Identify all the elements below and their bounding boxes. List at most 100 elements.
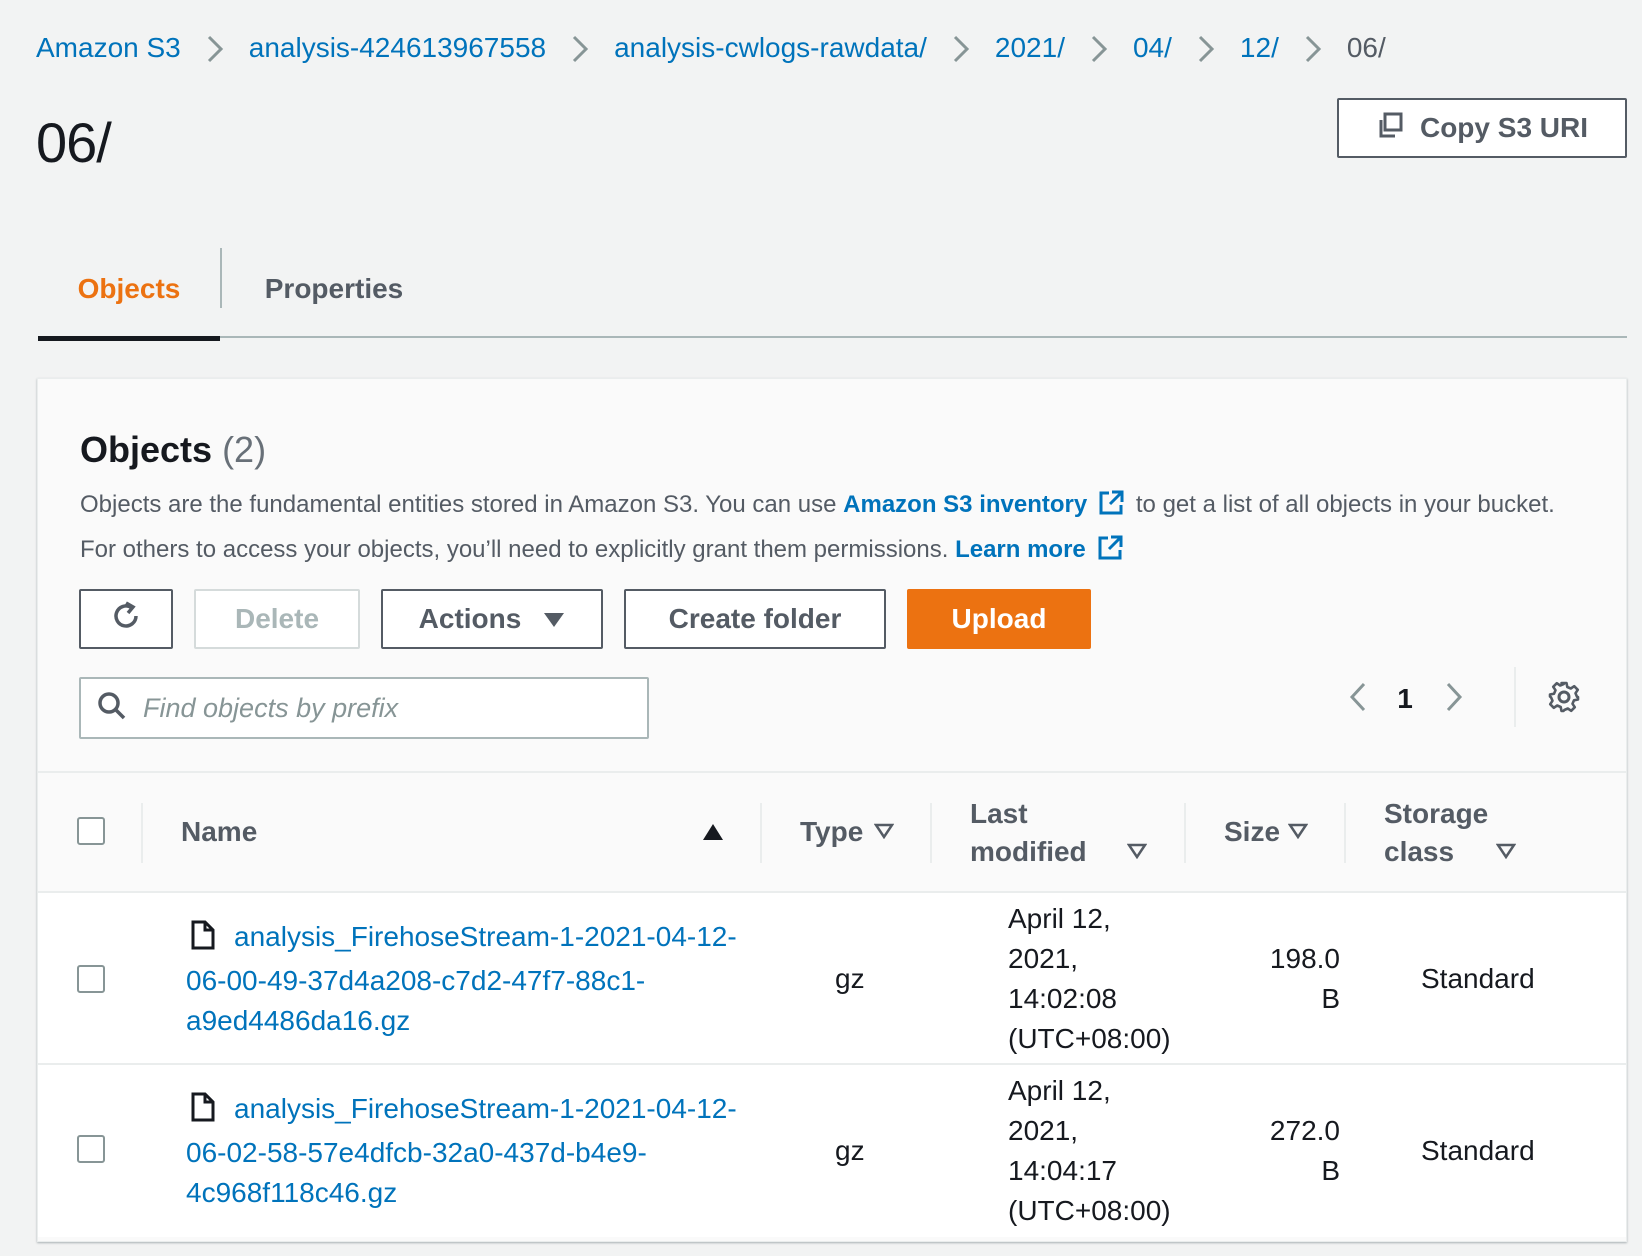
breadcrumb-folder-04[interactable]: 04/: [1133, 32, 1172, 64]
chevron-left-icon: [1348, 681, 1368, 718]
chevron-right-icon: [181, 31, 249, 65]
column-header-last-modified[interactable]: Last modified: [970, 795, 1087, 871]
table-row[interactable]: analysis_FirehoseStream-1-2021-04-12- 06…: [38, 893, 1626, 1065]
column-header-last-modified-line1: Last: [970, 798, 1028, 829]
objects-heading-title: Objects: [80, 429, 213, 470]
copy-s3-uri-label: Copy S3 URI: [1419, 112, 1589, 143]
create-folder-button[interactable]: Create folder: [624, 589, 886, 649]
copy-s3-uri-button[interactable]: Copy S3 URI: [1337, 98, 1627, 158]
column-header-last-modified-line2: modified: [970, 836, 1087, 867]
object-name-line3: 4c968f118c46.gz: [186, 1177, 398, 1208]
breadcrumb-bucket[interactable]: analysis-424613967558: [249, 32, 546, 64]
last-modified-line3: 14:02:08: [1008, 983, 1117, 1014]
table-header: Name Type Last modified Size Storage cla…: [38, 771, 1626, 893]
caret-down-icon: [543, 603, 565, 635]
table-row[interactable]: analysis_FirehoseStream-1-2021-04-12- 06…: [38, 1065, 1626, 1237]
external-link-icon: [1096, 534, 1124, 575]
delete-button[interactable]: Delete: [194, 589, 360, 649]
s3-inventory-link-label: Amazon S3 inventory: [843, 491, 1088, 518]
column-header-storage-class-line1: Storage: [1384, 798, 1489, 829]
tab-divider: [220, 248, 222, 308]
object-last-modified: April 12, 2021, 14:04:17 (UTC+08:00): [1008, 1071, 1198, 1231]
object-size-value: 272.0: [1269, 1115, 1340, 1146]
actions-dropdown-button[interactable]: Actions: [381, 589, 603, 649]
s3-inventory-link[interactable]: Amazon S3 inventory: [843, 490, 1129, 518]
column-header-name[interactable]: Name: [181, 813, 257, 851]
object-name-line1: analysis_FirehoseStream-1-2021-04-12-: [234, 921, 737, 952]
external-link-icon: [1097, 489, 1125, 530]
sort-caret-icon[interactable]: [1287, 823, 1309, 844]
next-page-button[interactable]: [1434, 679, 1474, 719]
column-header-storage-class-line2: class: [1384, 836, 1455, 867]
object-size: 198.0 B: [1248, 939, 1340, 1019]
chevron-right-icon: [1444, 681, 1464, 718]
object-storage-class: Standard: [1421, 963, 1535, 994]
last-modified-line4: (UTC+08:00): [1008, 1023, 1171, 1054]
object-name-line2: 06-00-49-37d4a208-c7d2-47f7-88c1-: [186, 965, 646, 996]
search-icon: [97, 691, 127, 726]
objects-panel: Objects (2) Objects are the fundamental …: [37, 378, 1627, 1242]
description-text-1: Objects are the fundamental entities sto…: [80, 491, 844, 518]
refresh-icon: [109, 599, 143, 640]
object-size-unit: B: [1321, 983, 1340, 1014]
objects-description: Objects are the fundamental entities sto…: [80, 485, 1560, 575]
column-divider: [1184, 803, 1186, 863]
column-header-storage-class[interactable]: Storage class: [1384, 795, 1488, 871]
objects-count: (2): [222, 429, 267, 470]
last-modified-line3: 14:04:17: [1008, 1155, 1117, 1186]
last-modified-line2: 2021,: [1008, 1115, 1079, 1146]
file-icon: [190, 920, 216, 961]
table-preferences-button[interactable]: [1544, 679, 1584, 719]
breadcrumb-folder-12[interactable]: 12/: [1240, 32, 1279, 64]
tab-properties[interactable]: Properties: [224, 240, 444, 338]
object-storage-class: Standard: [1421, 1135, 1535, 1166]
column-divider: [760, 803, 762, 863]
select-all-checkbox[interactable]: [77, 817, 105, 845]
object-size-value: 198.0: [1269, 943, 1340, 974]
last-modified-line2: 2021,: [1008, 943, 1079, 974]
chevron-right-icon: [1172, 31, 1240, 65]
row-checkbox[interactable]: [77, 1135, 105, 1163]
last-modified-line1: April 12,: [1008, 1075, 1111, 1106]
refresh-button[interactable]: [79, 589, 173, 649]
breadcrumb: Amazon S3 analysis-424613967558 analysis…: [36, 28, 1386, 68]
row-checkbox[interactable]: [77, 965, 105, 993]
column-header-size[interactable]: Size: [1224, 813, 1280, 851]
learn-more-link[interactable]: Learn more: [955, 535, 1128, 563]
sort-caret-icon[interactable]: [1126, 843, 1148, 864]
sort-ascending-icon[interactable]: [702, 823, 724, 846]
tab-list: Objects Properties: [38, 240, 1627, 341]
sort-caret-icon[interactable]: [873, 823, 895, 844]
search-box: [79, 677, 649, 739]
object-type: gz: [835, 963, 865, 994]
column-divider: [1344, 803, 1346, 863]
object-name-line2: 06-02-58-57e4dfcb-32a0-437d-b4e9-: [186, 1137, 647, 1168]
copy-icon: [1376, 111, 1404, 146]
page-title: 06/: [36, 111, 112, 174]
object-name-link[interactable]: analysis_FirehoseStream-1-2021-04-12- 06…: [186, 917, 756, 1041]
chevron-right-icon: [1279, 31, 1347, 65]
breadcrumb-amazon-s3[interactable]: Amazon S3: [36, 32, 181, 64]
current-page-number[interactable]: 1: [1390, 679, 1420, 719]
search-input[interactable]: [141, 691, 611, 725]
tab-objects[interactable]: Objects: [38, 240, 220, 341]
object-last-modified: April 12, 2021, 14:02:08 (UTC+08:00): [1008, 899, 1198, 1059]
column-divider: [930, 803, 932, 863]
upload-button[interactable]: Upload: [907, 589, 1091, 649]
chevron-right-icon: [546, 31, 614, 65]
object-name-line1: analysis_FirehoseStream-1-2021-04-12-: [234, 1093, 737, 1124]
objects-heading: Objects (2): [80, 429, 266, 471]
object-size-unit: B: [1321, 1155, 1340, 1186]
file-icon: [190, 1092, 216, 1133]
breadcrumb-folder-rawdata[interactable]: analysis-cwlogs-rawdata/: [614, 32, 927, 64]
previous-page-button[interactable]: [1338, 679, 1378, 719]
actions-label: Actions: [418, 603, 522, 634]
object-size: 272.0 B: [1248, 1111, 1340, 1191]
sort-caret-icon[interactable]: [1495, 843, 1517, 864]
last-modified-line1: April 12,: [1008, 903, 1111, 934]
column-header-type[interactable]: Type: [800, 813, 863, 851]
breadcrumb-folder-2021[interactable]: 2021/: [995, 32, 1065, 64]
last-modified-line4: (UTC+08:00): [1008, 1195, 1171, 1226]
object-name-link[interactable]: analysis_FirehoseStream-1-2021-04-12- 06…: [186, 1089, 756, 1213]
chevron-right-icon: [927, 31, 995, 65]
